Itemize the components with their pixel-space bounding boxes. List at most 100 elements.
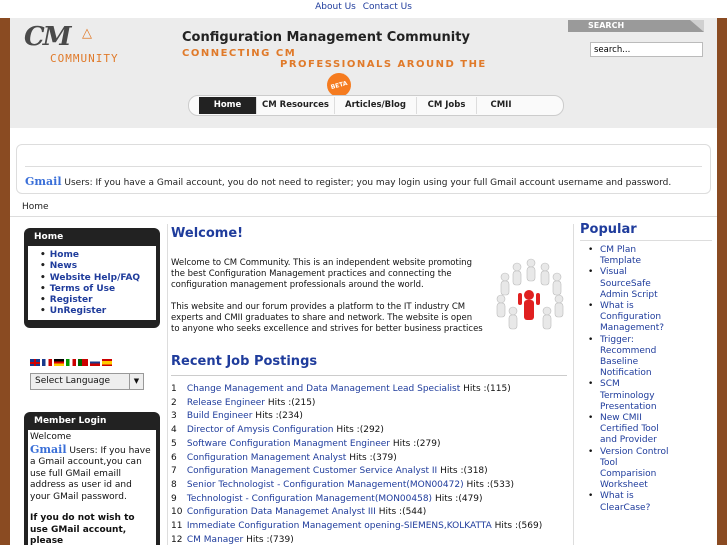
logo-figure-icon: △ bbox=[82, 26, 92, 41]
language-select[interactable]: Select Language ▼ bbox=[30, 373, 144, 390]
menu-item-home[interactable]: Home bbox=[40, 250, 152, 261]
member-login-title: Member Login bbox=[34, 416, 107, 426]
job-link[interactable]: Build Engineer bbox=[187, 411, 253, 421]
left-column-divider bbox=[167, 224, 168, 545]
search-input[interactable] bbox=[590, 42, 703, 57]
home-box-title: Home bbox=[34, 232, 64, 242]
flag-france-icon[interactable] bbox=[42, 359, 52, 366]
popular-item[interactable]: Trigger: Recommend Baseline Notification bbox=[588, 335, 672, 380]
job-item: 2 Release Engineer Hits :(215) bbox=[171, 397, 316, 408]
welcome-paragraph-2: This website and our forum provides a pl… bbox=[171, 302, 483, 334]
home-box-body: Home News Website Help/FAQ Terms of Use … bbox=[28, 246, 156, 320]
job-postings-list: 1 Change Management and Data Management … bbox=[171, 383, 542, 545]
site-logo[interactable]: CM △ COMMUNITY bbox=[22, 22, 118, 71]
job-item: 11 Immediate Configuration Management op… bbox=[171, 521, 543, 532]
job-link[interactable]: Software Configuration Managment Enginee… bbox=[187, 439, 390, 449]
flag-russia-icon[interactable] bbox=[90, 359, 100, 366]
logo-cm-text: CM bbox=[24, 22, 72, 52]
breadcrumb[interactable]: Home bbox=[22, 202, 49, 212]
job-item: 9 Technologist - Configuration Managemen… bbox=[171, 493, 483, 504]
community-people-image bbox=[496, 258, 564, 330]
site-header: CM △ COMMUNITY Configuration Management … bbox=[10, 18, 717, 128]
notice-message: Gmail Users: If you have a Gmail account… bbox=[25, 175, 671, 188]
job-item: 8 Senior Technologist - Configuration Ma… bbox=[171, 479, 515, 490]
flag-italy-icon[interactable] bbox=[66, 359, 76, 366]
menu-item-register[interactable]: Register bbox=[40, 295, 152, 306]
member-alt-text: If you do not wish to use GMail account,… bbox=[30, 513, 135, 545]
member-gmail-text: Gmail Users: If you have a Gmail account… bbox=[30, 442, 151, 502]
job-item: 1 Change Management and Data Management … bbox=[171, 384, 511, 394]
notice-divider bbox=[25, 166, 702, 167]
about-us-link[interactable]: About Us bbox=[315, 2, 356, 12]
menu-item-news[interactable]: News bbox=[40, 261, 152, 272]
gmail-logo: Gmail bbox=[25, 175, 62, 188]
welcome-paragraph-1: Welcome to CM Community. This is an inde… bbox=[171, 258, 472, 290]
job-item: 10 Configuration Data Managemet Analyst … bbox=[171, 507, 427, 518]
job-postings-title: Recent Job Postings bbox=[171, 354, 318, 369]
gmail-logo-small: Gmail bbox=[30, 442, 67, 456]
chevron-down-icon: ▼ bbox=[129, 374, 143, 389]
breadcrumb-divider bbox=[10, 216, 717, 217]
job-link[interactable]: Configuration Management Customer Servic… bbox=[187, 466, 437, 476]
welcome-text: Welcome to CM Community. This is an inde… bbox=[171, 258, 483, 346]
job-link[interactable]: CM Manager bbox=[187, 535, 243, 545]
job-link[interactable]: Senior Technologist - Configuration Mana… bbox=[187, 480, 464, 490]
job-postings-divider bbox=[171, 375, 567, 376]
home-menu-list: Home News Website Help/FAQ Terms of Use … bbox=[28, 246, 156, 322]
popular-sidebar: Popular CM Plan Template Visual SourceSa… bbox=[580, 222, 712, 514]
job-item: 7 Configuration Management Customer Serv… bbox=[171, 466, 488, 477]
search-label-bar: SEARCH bbox=[568, 20, 704, 32]
popular-item[interactable]: New CMII Certified Tool and Provider bbox=[588, 413, 672, 447]
nav-tab-articles-blog[interactable]: Articles/Blog bbox=[335, 97, 417, 114]
popular-list: CM Plan Template Visual SourceSafe Admin… bbox=[580, 245, 712, 514]
nav-tab-home[interactable]: Home bbox=[199, 97, 257, 114]
popular-title: Popular bbox=[580, 222, 637, 237]
contact-us-link[interactable]: Contact Us bbox=[363, 2, 412, 12]
job-item: 4 Director of Amysis Configuration Hits … bbox=[171, 425, 384, 436]
language-select-value: Select Language bbox=[35, 376, 111, 386]
site-title: Configuration Management Community bbox=[182, 30, 470, 45]
main-nav: Home CM Resources Articles/Blog CM Jobs … bbox=[188, 95, 564, 116]
nav-tab-cm-resources[interactable]: CM Resources bbox=[257, 97, 335, 114]
job-link[interactable]: Release Engineer bbox=[187, 398, 265, 408]
search-label: SEARCH bbox=[588, 21, 625, 30]
member-login-body: Welcome Gmail Users: If you have a Gmail… bbox=[28, 430, 156, 545]
notice-text: Users: If you have a Gmail account, you … bbox=[64, 178, 672, 188]
logo-community-text: COMMUNITY bbox=[50, 52, 119, 65]
menu-item-help-faq[interactable]: Website Help/FAQ bbox=[40, 273, 152, 284]
menu-item-terms[interactable]: Terms of Use bbox=[40, 284, 152, 295]
tagline-line-1: CONNECTING CM bbox=[182, 48, 297, 59]
popular-item[interactable]: Version Control Tool Comparision Workshe… bbox=[588, 447, 672, 492]
job-link[interactable]: Change Management and Data Management Le… bbox=[187, 384, 460, 394]
search-tab-corner bbox=[690, 20, 704, 32]
popular-item[interactable]: What is Configuration Management? bbox=[588, 301, 672, 335]
job-link[interactable]: Immediate Configuration Management openi… bbox=[187, 521, 492, 531]
popular-item[interactable]: What is ClearCase? bbox=[588, 491, 672, 513]
tagline-line-2: PROFESSIONALS AROUND THE bbox=[280, 59, 487, 70]
home-menu-box: Home Home News Website Help/FAQ Terms of… bbox=[24, 228, 160, 328]
right-column-divider bbox=[573, 224, 574, 545]
popular-item[interactable]: Visual SourceSafe Admin Script bbox=[588, 267, 672, 301]
job-item: 6 Configuration Management Analyst Hits … bbox=[171, 452, 397, 463]
job-item: 5 Software Configuration Managment Engin… bbox=[171, 438, 441, 449]
job-link[interactable]: Director of Amysis Configuration bbox=[187, 425, 334, 435]
job-link[interactable]: Technologist - Configuration Management(… bbox=[187, 494, 432, 504]
flag-portugal-icon[interactable] bbox=[78, 359, 88, 366]
nav-tab-cm-jobs[interactable]: CM Jobs bbox=[417, 97, 477, 114]
nav-tab-cmii[interactable]: CMII bbox=[477, 97, 525, 114]
job-item: 12 CM Manager Hits :(739) bbox=[171, 534, 294, 545]
popular-item[interactable]: SCM Terminology Presentation bbox=[588, 379, 672, 413]
gmail-notice: Gmail Users: If you have a Gmail account… bbox=[16, 144, 711, 194]
popular-divider bbox=[580, 240, 712, 241]
page-container: CM △ COMMUNITY Configuration Management … bbox=[10, 18, 717, 545]
flag-germany-icon[interactable] bbox=[54, 359, 64, 366]
member-login-box: Member Login Welcome Gmail Users: If you… bbox=[24, 412, 160, 545]
language-flags bbox=[30, 359, 112, 366]
flag-uk-icon[interactable] bbox=[30, 359, 40, 366]
job-link[interactable]: Configuration Management Analyst bbox=[187, 453, 346, 463]
popular-item[interactable]: CM Plan Template bbox=[588, 245, 672, 267]
top-links: About Us Contact Us bbox=[0, 2, 727, 12]
flag-spain-icon[interactable] bbox=[102, 359, 112, 366]
menu-item-unregister[interactable]: UnRegister bbox=[40, 306, 152, 317]
job-link[interactable]: Configuration Data Managemet Analyst III bbox=[187, 507, 376, 517]
